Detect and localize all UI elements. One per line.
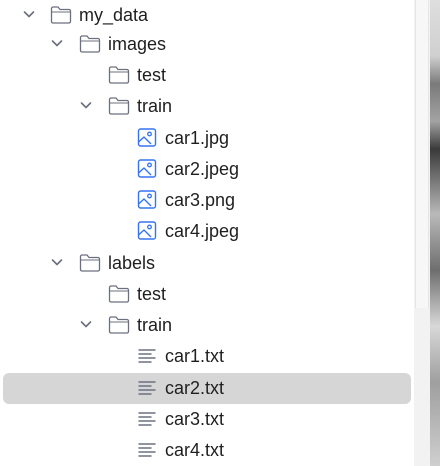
- text-file-icon: [138, 381, 156, 395]
- image-file-icon: [137, 128, 157, 147]
- folder-icon: [79, 254, 101, 272]
- tree-node-label: car4.jpeg: [165, 221, 240, 241]
- tree-node-label: test: [137, 284, 167, 304]
- tree-node-image-file[interactable]: car4.jpeg: [0, 216, 414, 247]
- chevron-down-icon[interactable]: [22, 7, 36, 21]
- chevron-down-icon[interactable]: [50, 36, 64, 50]
- project-file-tree: my_data images test train car1.jpg car2.…: [0, 0, 414, 466]
- tree-node-label: train: [137, 315, 173, 335]
- adjacent-panel-edge: [430, 0, 440, 466]
- tree-node-labels[interactable]: labels: [0, 248, 414, 279]
- tree-node-text-file-selected[interactable]: car2.txt: [0, 373, 414, 404]
- tree-node-text-file[interactable]: car3.txt: [0, 404, 414, 435]
- tree-node-images-test[interactable]: test: [0, 60, 414, 91]
- text-file-icon: [138, 443, 156, 457]
- folder-icon: [79, 35, 101, 53]
- tree-node-image-file[interactable]: car2.jpeg: [0, 154, 414, 185]
- tree-node-my-data[interactable]: my_data: [0, 0, 414, 31]
- tree-node-label: car1.txt: [165, 346, 225, 366]
- tree-node-label: labels: [108, 253, 156, 273]
- chevron-down-icon[interactable]: [79, 317, 93, 331]
- tree-node-label: images: [108, 34, 167, 54]
- tree-node-label: car4.txt: [165, 440, 225, 460]
- tree-node-labels-test[interactable]: test: [0, 279, 414, 310]
- tree-node-images-train[interactable]: train: [0, 91, 414, 122]
- tree-node-image-file[interactable]: car3.png: [0, 185, 414, 216]
- folder-icon: [108, 285, 130, 303]
- vertical-scrollbar-thumb[interactable]: [415, 0, 429, 308]
- tree-node-label: car2.txt: [165, 378, 225, 398]
- text-file-icon: [138, 349, 156, 363]
- tree-node-label: train: [137, 96, 173, 116]
- tree-node-label: car2.jpeg: [165, 159, 240, 179]
- image-file-icon: [137, 190, 157, 209]
- tree-node-label: my_data: [79, 5, 149, 25]
- tree-node-label: car3.png: [165, 190, 236, 210]
- folder-icon: [50, 6, 72, 24]
- image-file-icon: [137, 159, 157, 178]
- tree-node-label: car1.jpg: [165, 128, 230, 148]
- folder-icon: [108, 97, 130, 115]
- tree-node-image-file[interactable]: car1.jpg: [0, 123, 414, 154]
- tree-node-text-file[interactable]: car1.txt: [0, 341, 414, 372]
- tree-node-text-file[interactable]: car4.txt: [0, 435, 414, 466]
- tree-node-label: test: [137, 65, 167, 85]
- text-file-icon: [138, 412, 156, 426]
- image-file-icon: [137, 221, 157, 240]
- folder-icon: [108, 316, 130, 334]
- chevron-down-icon[interactable]: [50, 255, 64, 269]
- folder-icon: [108, 66, 130, 84]
- tree-node-label: car3.txt: [165, 409, 225, 429]
- chevron-down-icon[interactable]: [79, 98, 93, 112]
- tree-node-labels-train[interactable]: train: [0, 310, 414, 341]
- tree-node-images[interactable]: images: [0, 29, 414, 60]
